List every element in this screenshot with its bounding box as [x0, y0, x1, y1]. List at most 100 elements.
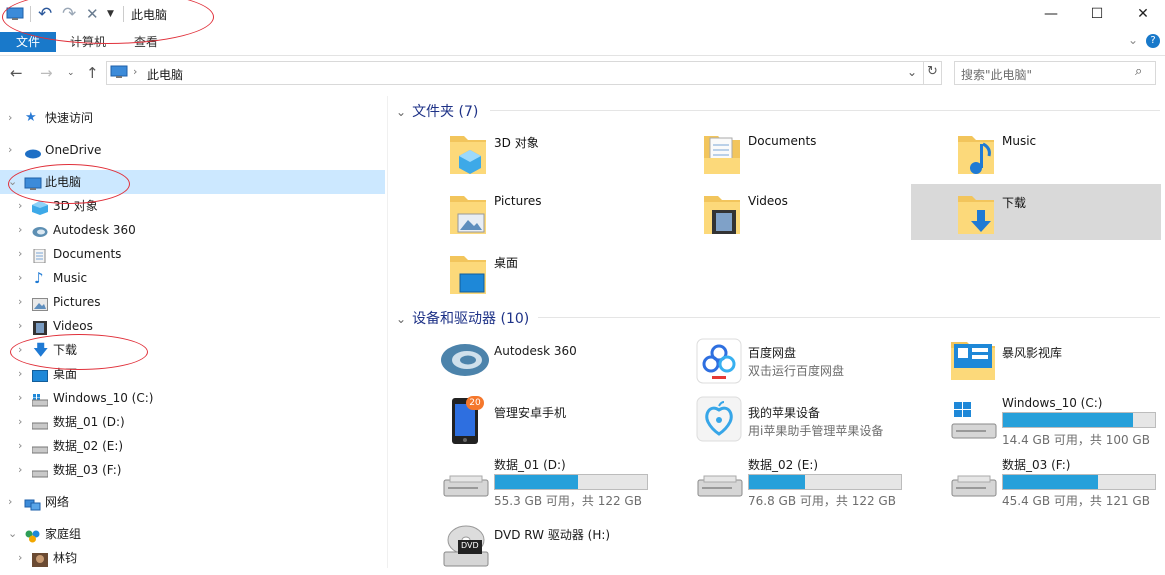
sidebar-item-drive-c[interactable]: › Windows_10 (C:) — [0, 386, 385, 410]
drive-usage-bar — [748, 474, 902, 490]
device-drive-f[interactable]: 数据_03 (F:) 45.4 GB 可用，共 121 GB — [948, 456, 1158, 510]
device-subtitle: 双击运行百度网盘 — [748, 364, 845, 378]
device-label: Autodesk 360 — [494, 344, 577, 358]
section-divider — [538, 317, 1160, 318]
autodesk-icon — [440, 338, 490, 385]
drive-icon — [31, 439, 49, 454]
close-button[interactable]: ✕ — [1120, 0, 1165, 28]
folder-desktop-icon — [448, 250, 488, 299]
expand-ribbon-icon[interactable]: ⌄ — [1128, 33, 1138, 47]
chevron-right-icon[interactable]: › — [18, 458, 22, 482]
baidu-netdisk-icon — [696, 338, 742, 387]
device-android-manager[interactable]: 20 管理安卓手机 — [440, 394, 680, 446]
chevron-right-icon[interactable]: › — [18, 266, 22, 290]
chevron-right-icon[interactable]: › — [18, 218, 22, 242]
chevron-right-icon[interactable]: › — [18, 194, 22, 218]
breadcrumb[interactable]: 此电脑 — [147, 66, 183, 83]
drive-usage-fill — [1003, 413, 1134, 427]
address-bar[interactable]: › 此电脑 ⌄ ↻ — [106, 61, 942, 85]
recent-locations-icon[interactable]: ⌄ — [67, 68, 75, 78]
sidebar-item-music[interactable]: › ♪ Music — [0, 266, 385, 290]
device-drive-d[interactable]: 数据_01 (D:) 55.3 GB 可用，共 122 GB — [440, 456, 680, 510]
up-icon[interactable]: ↑ — [86, 64, 99, 82]
chevron-right-icon[interactable]: › — [18, 362, 22, 386]
folder-label: 桌面 — [494, 256, 519, 270]
chevron-down-icon[interactable]: ⌄ — [396, 312, 406, 326]
chevron-right-icon[interactable]: › — [18, 386, 22, 410]
device-drive-e[interactable]: 数据_02 (E:) 76.8 GB 可用，共 122 GB — [694, 456, 934, 510]
sidebar-item-user[interactable]: › 林钧 — [0, 546, 385, 570]
folder-music[interactable]: Music — [918, 126, 1165, 182]
back-icon[interactable]: ← — [10, 64, 23, 82]
folder-3d-objects[interactable]: 3D 对象 — [410, 126, 660, 182]
folder-3d-icon — [448, 130, 488, 179]
folder-music-icon — [956, 130, 996, 179]
forward-icon[interactable]: → — [40, 64, 53, 82]
maximize-button[interactable]: ☐ — [1074, 0, 1120, 28]
folder-pictures[interactable]: Pictures — [410, 186, 660, 242]
drive-icon — [31, 415, 49, 430]
sidebar-item-drive-f[interactable]: › 数据_03 (F:) — [0, 458, 385, 482]
sidebar-item-documents[interactable]: › Documents — [0, 242, 385, 266]
video-icon — [33, 319, 49, 335]
device-subtitle: 用i苹果助手管理苹果设备 — [748, 424, 884, 438]
help-icon[interactable]: ? — [1146, 34, 1160, 48]
sidebar-item-label: 数据_02 (E:) — [53, 439, 124, 453]
folder-documents[interactable]: Documents — [664, 126, 914, 182]
sidebar-item-label: 数据_03 (F:) — [53, 463, 122, 477]
chevron-right-icon[interactable]: › — [18, 546, 22, 570]
chevron-right-icon[interactable]: › — [18, 410, 22, 434]
search-input[interactable]: 搜索"此电脑" ⌕ — [954, 61, 1156, 85]
chevron-right-icon[interactable]: › — [18, 434, 22, 458]
sidebar-item-label: 快速访问 — [45, 111, 94, 125]
drive-icon — [31, 463, 49, 478]
folder-videos[interactable]: Videos — [664, 186, 914, 242]
device-apple-assistant[interactable]: 我的苹果设备 用i苹果助手管理苹果设备 — [694, 394, 934, 446]
chevron-down-icon[interactable]: ⌄ — [8, 522, 17, 546]
device-label: DVD RW 驱动器 (H:) — [494, 528, 611, 542]
address-dropdown-icon[interactable]: ⌄ — [907, 65, 917, 79]
drive-usage-fill — [749, 475, 806, 489]
sidebar-item-label: 数据_01 (D:) — [53, 415, 125, 429]
sidebar-item-network[interactable]: › 网络 — [0, 490, 385, 514]
sidebar-item-pictures[interactable]: › Pictures — [0, 290, 385, 314]
annotation-ellipse — [8, 164, 130, 204]
sidebar-item-quick-access[interactable]: › ★ 快速访问 — [0, 106, 385, 130]
device-label: 数据_03 (F:) — [1002, 458, 1071, 472]
section-devices-header[interactable]: ⌄ 设备和驱动器 (10) — [396, 308, 529, 328]
sidebar-item-drive-d[interactable]: › 数据_01 (D:) — [0, 410, 385, 434]
sidebar-item-drive-e[interactable]: › 数据_02 (E:) — [0, 434, 385, 458]
section-divider — [490, 110, 1160, 111]
chevron-right-icon[interactable]: › — [8, 106, 12, 130]
cloud-icon — [24, 143, 41, 159]
windows-drive-icon — [31, 391, 49, 407]
minimize-button[interactable]: — — [1028, 0, 1074, 28]
user-icon — [32, 551, 48, 567]
breadcrumb-separator-icon[interactable]: › — [133, 65, 137, 78]
folder-label: Music — [1002, 134, 1037, 148]
refresh-icon[interactable]: ↻ — [927, 64, 938, 79]
chevron-right-icon[interactable]: › — [8, 490, 12, 514]
drive-usage-bar — [1002, 412, 1156, 428]
folder-downloads[interactable]: 下载 — [911, 184, 1161, 240]
device-drive-c[interactable]: Windows_10 (C:) 14.4 GB 可用，共 100 GB — [948, 394, 1158, 447]
sidebar-item-autodesk[interactable]: › Autodesk 360 — [0, 218, 385, 242]
folder-desktop[interactable]: 桌面 — [410, 246, 660, 302]
device-autodesk[interactable]: Autodesk 360 — [440, 336, 680, 386]
device-label: 暴风影视库 — [1002, 346, 1063, 360]
device-baidu-netdisk[interactable]: 百度网盘 双击运行百度网盘 — [694, 336, 934, 386]
chevron-right-icon[interactable]: › — [18, 290, 22, 314]
search-icon[interactable]: ⌕ — [1135, 64, 1142, 79]
sidebar-item-onedrive[interactable]: › OneDrive — [0, 138, 385, 162]
chevron-right-icon[interactable]: › — [18, 314, 22, 338]
section-folders-header[interactable]: ⌄ 文件夹 (7) — [396, 101, 478, 121]
sidebar-item-homegroup[interactable]: ⌄ 家庭组 — [0, 522, 385, 546]
device-baofeng-library[interactable]: 暴风影视库 — [948, 336, 1158, 386]
device-label: 管理安卓手机 — [494, 406, 567, 420]
section-title: 设备和驱动器 (10) — [412, 311, 530, 327]
chevron-right-icon[interactable]: › — [8, 138, 12, 162]
chevron-right-icon[interactable]: › — [18, 242, 22, 266]
chevron-down-icon[interactable]: ⌄ — [396, 105, 406, 119]
drive-icon — [950, 470, 998, 503]
device-dvd-drive[interactable]: DVD DVD RW 驱动器 (H:) — [440, 518, 680, 568]
